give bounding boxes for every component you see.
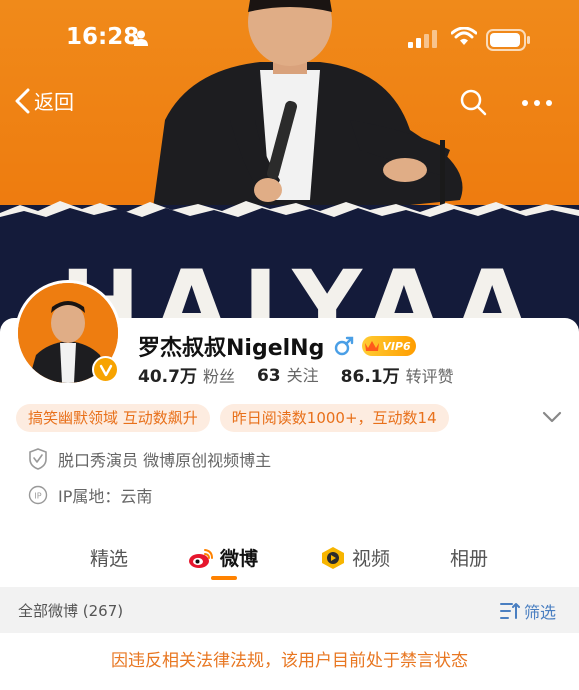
profile-tags: 搞笑幽默领域 互动数飙升 昨日阅读数1000+，互动数14 <box>16 404 459 432</box>
stat-value: 40.7万 <box>138 367 197 387</box>
shield-icon <box>29 448 47 470</box>
stat-label: 粉丝 <box>202 367 235 386</box>
feed-filter-bar: 全部微博 (267) 筛选 <box>0 587 579 633</box>
chevron-left-icon <box>15 88 30 113</box>
stat-label: 转评赞 <box>405 367 454 386</box>
profile-stats: 40.7万 粉丝 63 关注 86.1万 转评赞 <box>138 362 476 387</box>
cellular-signal-icon <box>408 30 437 48</box>
crown-icon <box>365 341 380 351</box>
tab-label: 微博 <box>220 548 259 570</box>
status-bar: 16:28 <box>0 0 579 78</box>
verification-row: 脱口秀演员 微博原创视频博主 <box>28 447 271 471</box>
ip-location-row: IP IP属地：云南 <box>28 483 152 507</box>
tab-weibo[interactable]: 微博 <box>188 544 258 571</box>
expand-tags-button[interactable] <box>542 409 562 428</box>
profile-name-row: 罗杰叔叔NigelNg VIP6 <box>138 330 416 362</box>
vip-label: VIP6 <box>382 339 411 353</box>
stat-label: 关注 <box>286 366 319 385</box>
stat-engagement: 86.1万 转评赞 <box>341 362 454 387</box>
more-options-button[interactable] <box>521 92 553 111</box>
tag-chip[interactable]: 搞笑幽默领域 互动数飙升 <box>16 404 210 432</box>
filter-icon <box>500 603 520 619</box>
back-button[interactable]: 返回 <box>14 86 74 115</box>
tab-video[interactable]: 视频 <box>320 544 390 571</box>
filter-button[interactable]: 筛选 <box>500 599 556 623</box>
stat-value: 86.1万 <box>340 367 400 387</box>
more-dots-icon <box>522 100 552 106</box>
ban-notice: 因违反相关法律法规，该用户目前处于禁言状态 <box>0 633 579 690</box>
tab-label: 精选 <box>90 548 129 570</box>
profile-tabs: 精选 微博 视频 相册 <box>0 540 579 584</box>
back-label: 返回 <box>34 90 74 114</box>
tab-label: 相册 <box>450 548 489 570</box>
ip-location-icon: IP <box>28 485 48 505</box>
search-icon <box>460 89 487 116</box>
profile-name: 罗杰叔叔NigelNg <box>138 336 325 361</box>
person-icon <box>134 30 148 46</box>
stat-following[interactable]: 63 关注 <box>257 362 319 387</box>
filter-label: 筛选 <box>524 603 557 622</box>
active-tab-indicator <box>211 576 237 580</box>
verified-badge-icon <box>92 356 119 383</box>
stat-followers[interactable]: 40.7万 粉丝 <box>138 362 235 387</box>
weibo-logo-icon <box>189 548 213 568</box>
battery-icon <box>486 29 530 51</box>
male-gender-icon <box>335 336 354 356</box>
svg-text:IP: IP <box>34 492 41 501</box>
ip-location-text: IP属地：云南 <box>58 487 153 506</box>
video-icon <box>322 546 344 569</box>
tab-featured[interactable]: 精选 <box>90 544 128 571</box>
vip-badge[interactable]: VIP6 <box>362 336 416 356</box>
search-button[interactable] <box>459 88 487 120</box>
tab-album[interactable]: 相册 <box>450 544 488 571</box>
tag-chip[interactable]: 昨日阅读数1000+，互动数14 <box>219 404 449 432</box>
feed-count-label: 全部微博 (267) <box>18 602 124 620</box>
wifi-icon <box>451 27 477 45</box>
chevron-down-icon <box>542 411 562 423</box>
status-time: 16:28 <box>66 24 140 50</box>
tab-label: 视频 <box>352 548 391 570</box>
verification-text: 脱口秀演员 微博原创视频博主 <box>58 451 272 470</box>
stat-value: 63 <box>256 366 281 386</box>
